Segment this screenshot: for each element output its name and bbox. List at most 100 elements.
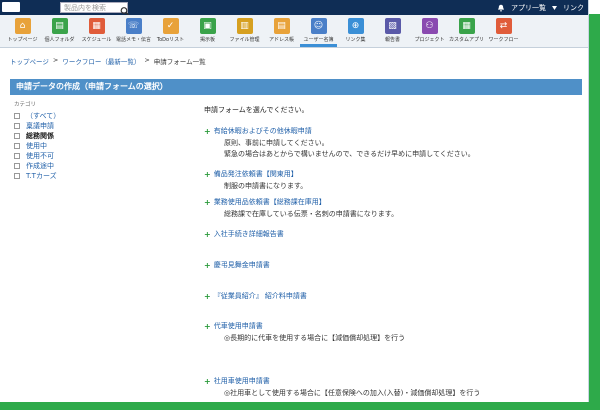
form-title: 慶弔見舞金申請書 xyxy=(213,261,270,269)
form-description-line: 原則、事前に申請してください。 xyxy=(224,139,329,147)
breadcrumb-separator: > xyxy=(52,56,59,64)
toolbar-item-label: アドレス帳 xyxy=(268,37,294,43)
toolbar-item-label: ユーザー名簿 xyxy=(303,37,334,43)
form-entry: + 有給休暇およびその他休暇申請原則、事前に申請してください。緊急の場合はあとから… xyxy=(204,126,475,160)
toolbar-item-label: ワークフロー xyxy=(488,37,519,43)
search-input[interactable]: 製品内を検索 xyxy=(60,2,128,13)
todo-icon: ✓ xyxy=(162,18,179,34)
toolbar-item-label: スケジュール xyxy=(81,37,112,43)
category-label: （すべて） xyxy=(26,112,61,120)
form-link[interactable]: + 『従業員紹介』 紹介料申請書 xyxy=(204,291,307,301)
category-bullet-icon xyxy=(14,123,20,129)
category-bullet-icon xyxy=(14,133,20,139)
category-item[interactable]: T.Tカーズ xyxy=(14,171,154,181)
bulletin-icon: ▣ xyxy=(199,18,216,34)
toolbar-item[interactable]: ⚇ プロジェクト xyxy=(411,15,448,47)
toolbar-item-label: 報告書 xyxy=(384,37,400,43)
form-link[interactable]: + 代車使用申請書 xyxy=(204,321,405,331)
category-item[interactable]: 使用不可 xyxy=(14,151,154,161)
address-book-icon: ▤ xyxy=(273,18,290,34)
form-description-line: 緊急の場合はあとからで構いませんので、できるだけ早めに申請してください。 xyxy=(224,150,475,158)
form-entry: + 『従業員紹介』 紹介料申請書 xyxy=(204,291,307,301)
file-icon: ▥ xyxy=(236,18,253,34)
category-label: 使用不可 xyxy=(26,152,54,160)
form-title: 業務使用品依頼書【総務課在庫用】 xyxy=(213,198,326,206)
plus-icon: + xyxy=(204,376,211,386)
plus-icon: + xyxy=(204,260,211,270)
report-icon: ▧ xyxy=(384,18,401,34)
form-description: 原則、事前に申請してください。緊急の場合はあとからで構いませんので、できるだけ早… xyxy=(224,138,475,160)
home-icon: ⌂ xyxy=(14,18,31,34)
toolbar-item[interactable]: ☺ ユーザー名簿 xyxy=(300,15,337,47)
workflow-icon: ⇄ xyxy=(495,18,512,34)
form-link[interactable]: + 社用車使用申請書 xyxy=(204,376,480,386)
toolbar-item[interactable]: ▤ アドレス帳 xyxy=(263,15,300,47)
category-label: T.Tカーズ xyxy=(26,172,57,180)
chevron-down-icon xyxy=(552,5,557,10)
toolbar-item-label: トップページ xyxy=(7,37,38,43)
toolbar-item[interactable]: ▦ スケジュール xyxy=(78,15,115,47)
category-bullet-icon xyxy=(14,163,20,169)
category-label: 稟議申請 xyxy=(26,122,54,130)
category-label: 使用中 xyxy=(26,142,47,150)
category-item[interactable]: 総務関係 xyxy=(14,131,154,141)
search-button[interactable] xyxy=(120,2,130,16)
link-menu[interactable]: リンク xyxy=(563,3,584,13)
form-description: ◎社用車として使用する場合に【任意保険への加入(入替)・減価償却処理】を行う xyxy=(224,388,480,399)
category-bullet-icon xyxy=(14,173,20,179)
toolbar-item[interactable]: ▧ 報告書 xyxy=(374,15,411,47)
toolbar-item-label: ファイル管理 xyxy=(229,37,260,43)
logo[interactable] xyxy=(2,2,20,12)
category-bullet-icon xyxy=(14,143,20,149)
toolbar-item[interactable]: ⊕ リンク集 xyxy=(337,15,374,47)
plus-icon: + xyxy=(204,321,211,331)
category-item[interactable]: 作成途中 xyxy=(14,161,154,171)
toolbar-item-label: リンク集 xyxy=(345,37,366,43)
plus-icon: + xyxy=(204,291,211,301)
category-item[interactable]: （すべて） xyxy=(14,111,154,121)
form-title: 『従業員紹介』 紹介料申請書 xyxy=(213,292,307,300)
toolbar-item[interactable]: ☏ 電話メモ・伝言 xyxy=(115,15,152,47)
toolbar-item-label: 個人フォルダ xyxy=(44,37,75,43)
toolbar-item-label: ToDoリスト xyxy=(156,37,185,43)
plus-icon: + xyxy=(204,126,211,136)
breadcrumb-workflow[interactable]: ワークフロー（最新一覧） xyxy=(62,56,140,66)
form-link[interactable]: + 入社手続き詳細報告書 xyxy=(204,229,284,239)
toolbar-item[interactable]: ▥ ファイル管理 xyxy=(226,15,263,47)
link-icon: ⊕ xyxy=(347,18,364,34)
page-title: 申請データの作成（申請フォームの選択） xyxy=(10,79,582,95)
app-list-link[interactable]: アプリ一覧 xyxy=(511,3,546,13)
category-item[interactable]: 使用中 xyxy=(14,141,154,151)
form-description: ◎長期的に代車を使用する場合に【減価償却処理】を行う xyxy=(224,333,405,344)
users-icon: ☺ xyxy=(310,18,327,34)
form-title: 有給休暇およびその他休暇申請 xyxy=(213,127,312,135)
app-window: 製品内を検索 アプリ一覧 リンク ⌂ トップページ ▤ 個人フォルダ ▦ スケジュール ☏ 電… xyxy=(0,0,589,402)
category-item[interactable]: 稟議申請 xyxy=(14,121,154,131)
calendar-icon: ▦ xyxy=(88,18,105,34)
category-bullet-icon xyxy=(14,113,20,119)
form-entry: + 代車使用申請書 ◎長期的に代車を使用する場合に【減価償却処理】を行う xyxy=(204,321,405,344)
form-description-line: ◎長期的に代車を使用する場合に【減価償却処理】を行う xyxy=(224,334,406,342)
toolbar-item[interactable]: ✓ ToDoリスト xyxy=(152,15,189,47)
bell-icon[interactable] xyxy=(497,4,505,12)
form-title: 代車使用申請書 xyxy=(213,322,263,330)
form-link[interactable]: + 慶弔見舞金申請書 xyxy=(204,260,270,270)
form-entry: + 慶弔見舞金申請書 xyxy=(204,260,270,270)
form-link[interactable]: + 業務使用品依頼書【総務課在庫用】 xyxy=(204,197,398,207)
plus-icon: + xyxy=(204,169,211,179)
category-title: カテゴリ xyxy=(14,102,37,108)
toolbar-item[interactable]: ▦ カスタムアプリ xyxy=(448,15,485,47)
category-sidebar: カテゴリ （すべて） 稟議申請 総務関係 使用中使用不可 作成途中 T.Tカーズ xyxy=(14,100,154,181)
form-entry: + 業務使用品依頼書【総務課在庫用】 総務課で在庫している伝票・名刺の申請書になりま… xyxy=(204,197,398,220)
toolbar-item[interactable]: ⌂ トップページ xyxy=(4,15,41,47)
form-description-line: 制服の申請書になります。 xyxy=(224,182,308,190)
toolbar-item[interactable]: ▣ 掲示板 xyxy=(189,15,226,47)
form-description-line: ◎社用車として使用する場合に【任意保険への加入(入替)・減価償却処理】を行う xyxy=(224,389,481,397)
breadcrumb-top[interactable]: トップページ xyxy=(10,56,49,66)
toolbar-item[interactable]: ▤ 個人フォルダ xyxy=(41,15,78,47)
form-link[interactable]: + 有給休暇およびその他休暇申請 xyxy=(204,126,475,136)
toolbar-item-label: 掲示板 xyxy=(199,37,215,43)
top-bar: 製品内を検索 アプリ一覧 リンク xyxy=(0,0,588,16)
form-link[interactable]: + 備品発注依頼書【関東用】 xyxy=(204,169,307,179)
toolbar-item[interactable]: ⇄ ワークフロー xyxy=(485,15,522,47)
